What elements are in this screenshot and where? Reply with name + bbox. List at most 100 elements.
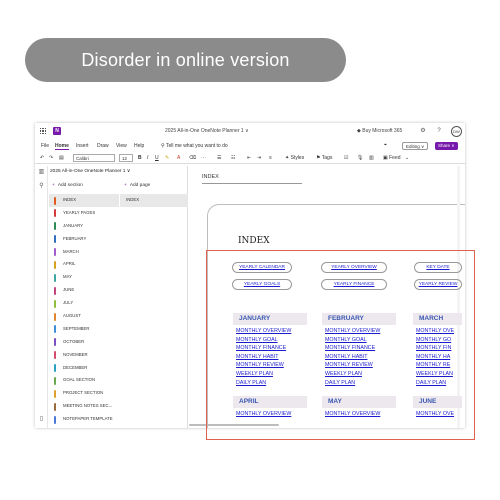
highlight-box: [206, 250, 475, 440]
section-item[interactable]: JUNE: [49, 284, 119, 297]
redo-icon[interactable]: ↷: [49, 155, 53, 161]
add-page-button[interactable]: + Add page: [124, 183, 150, 188]
more-formatting-icon[interactable]: ⋯: [201, 155, 206, 161]
buy-label: Buy Microsoft 365: [362, 128, 403, 134]
section-color-icon: [54, 376, 57, 385]
navigation-pane: ▥ ⚲ ▯ 2025 All-in-One OneNote Planner 1 …: [35, 166, 188, 428]
menu-file[interactable]: File: [41, 143, 49, 149]
section-label: SEPTEMBER: [63, 325, 90, 331]
font-size-select[interactable]: 12: [119, 154, 133, 162]
section-label: JULY: [63, 300, 74, 306]
section-item[interactable]: YEARLY PAGES: [49, 207, 119, 220]
ribbon-toolbar: ↶ ↷ ▤ Calibri 12 B I U ✎ A ⌫ ⋯ ☰ ☷ ⇤ ⇥ ≡…: [35, 153, 465, 164]
share-button[interactable]: Share ∨: [435, 142, 458, 150]
section-color-icon: [54, 338, 57, 347]
settings-icon[interactable]: ⚙: [419, 127, 427, 135]
clear-format-icon[interactable]: ⌫: [189, 155, 196, 161]
section-item[interactable]: MARCH: [49, 246, 119, 259]
section-label: JUNE: [63, 287, 75, 293]
section-color-icon: [54, 415, 57, 424]
outdent-icon[interactable]: ⇤: [247, 155, 251, 161]
section-color-icon: [54, 364, 57, 373]
onenote-logo-icon[interactable]: N: [53, 127, 61, 135]
section-color-icon: [54, 222, 57, 231]
section-color-icon: [54, 351, 57, 360]
index-heading: INDEX: [238, 236, 270, 246]
undo-icon[interactable]: ↶: [40, 155, 44, 161]
notebook-name[interactable]: 2025 All-in-One OneNote Planner 1 ∨: [50, 169, 130, 174]
ribbon-collapse-icon[interactable]: ⌄: [405, 155, 409, 161]
section-item[interactable]: MEETING NOTES SEC...: [49, 400, 119, 413]
page-title[interactable]: INDEX: [202, 174, 219, 180]
catch-up-icon[interactable]: ⌖: [384, 142, 387, 148]
plus-icon: +: [52, 183, 55, 188]
section-item[interactable]: NOVEMBER: [49, 349, 119, 362]
avatar[interactable]: DW: [451, 126, 462, 137]
underline-button[interactable]: U: [155, 155, 159, 161]
title-bar: N 2025 All-in-One OneNote Planner 1 ∨ ◆ …: [35, 123, 465, 140]
help-icon[interactable]: ?: [435, 127, 443, 135]
indent-icon[interactable]: ⇥: [257, 155, 261, 161]
section-item[interactable]: JULY: [49, 297, 119, 310]
document-title[interactable]: 2025 All-in-One OneNote Planner 1 ∨: [165, 128, 249, 134]
font-select[interactable]: Calibri: [73, 154, 115, 162]
buy-microsoft-link[interactable]: ◆ Buy Microsoft 365: [357, 128, 402, 134]
font-color-icon[interactable]: A: [177, 155, 180, 161]
section-item[interactable]: PROJECT SECTION: [49, 387, 119, 400]
caption-banner: Disorder in online version: [25, 38, 346, 82]
search-icon[interactable]: ⚲: [38, 183, 45, 190]
tags-label: Tags: [321, 155, 333, 161]
notebooks-icon[interactable]: ▥: [38, 169, 45, 176]
section-label: DECEMBER: [63, 364, 88, 370]
section-item[interactable]: AUGUST: [49, 310, 119, 323]
menu-bar: File Home Insert Draw View Help ⚲ Tell m…: [35, 141, 465, 151]
section-item[interactable]: SEPTEMBER: [49, 323, 119, 336]
section-item[interactable]: NOTEPAPER TEMPLATE: [49, 413, 119, 426]
immersive-reader-icon[interactable]: ▥: [369, 155, 374, 161]
todo-icon[interactable]: ☑: [344, 155, 348, 161]
section-color-icon: [54, 248, 57, 257]
section-label: FEBRUARY: [63, 235, 87, 241]
editing-button[interactable]: Editing ∨: [402, 142, 429, 150]
tags-button[interactable]: ⚑ Tags: [316, 155, 332, 161]
add-page-label: Add page: [129, 183, 151, 188]
menu-home[interactable]: Home: [55, 143, 69, 150]
section-item[interactable]: OCTOBER: [49, 336, 119, 349]
app-launcher-icon[interactable]: [40, 128, 46, 134]
section-item[interactable]: FEBRUARY: [49, 233, 119, 246]
align-icon[interactable]: ≡: [269, 155, 272, 161]
section-label: INDEX: [63, 197, 77, 202]
bullet-list-icon[interactable]: ☰: [217, 155, 221, 161]
section-label: MARCH: [63, 248, 79, 254]
dictate-icon[interactable]: 🎙: [357, 155, 363, 161]
section-color-icon: [54, 325, 57, 334]
section-label: JANUARY: [63, 222, 83, 228]
nav-toggle-icon[interactable]: ▯: [38, 416, 45, 423]
section-item[interactable]: JANUARY: [49, 220, 119, 233]
tell-me-search[interactable]: ⚲ Tell me what you want to do: [161, 143, 228, 149]
section-item[interactable]: INDEX: [49, 194, 119, 207]
caption-text: Disorder in online version: [81, 49, 290, 70]
section-item[interactable]: APRIL: [49, 258, 119, 271]
bold-button[interactable]: B: [138, 155, 142, 161]
page-item-index[interactable]: INDEX: [120, 194, 188, 207]
section-item[interactable]: DECEMBER: [49, 362, 119, 375]
clipboard-icon[interactable]: ▤: [59, 155, 64, 161]
tell-me-placeholder: Tell me what you want to do: [165, 143, 228, 149]
section-label: APRIL: [63, 261, 76, 267]
nav-rail: ▥ ⚲ ▯: [35, 166, 48, 428]
section-label: MAY: [63, 274, 72, 280]
feed-button[interactable]: ▣ Feed: [383, 155, 401, 161]
add-section-button[interactable]: + Add section: [52, 183, 83, 188]
italic-button[interactable]: I: [147, 155, 148, 161]
section-color-icon: [54, 273, 57, 282]
styles-button[interactable]: ✦ Styles: [285, 155, 304, 161]
section-item[interactable]: GOAL SECTION: [49, 374, 119, 387]
numbered-list-icon[interactable]: ☷: [231, 155, 235, 161]
section-item[interactable]: MAY: [49, 271, 119, 284]
menu-help[interactable]: Help: [134, 143, 144, 149]
menu-insert[interactable]: Insert: [76, 143, 89, 149]
menu-view[interactable]: View: [116, 143, 127, 149]
menu-draw[interactable]: Draw: [97, 143, 109, 149]
highlight-icon[interactable]: ✎: [165, 155, 169, 161]
